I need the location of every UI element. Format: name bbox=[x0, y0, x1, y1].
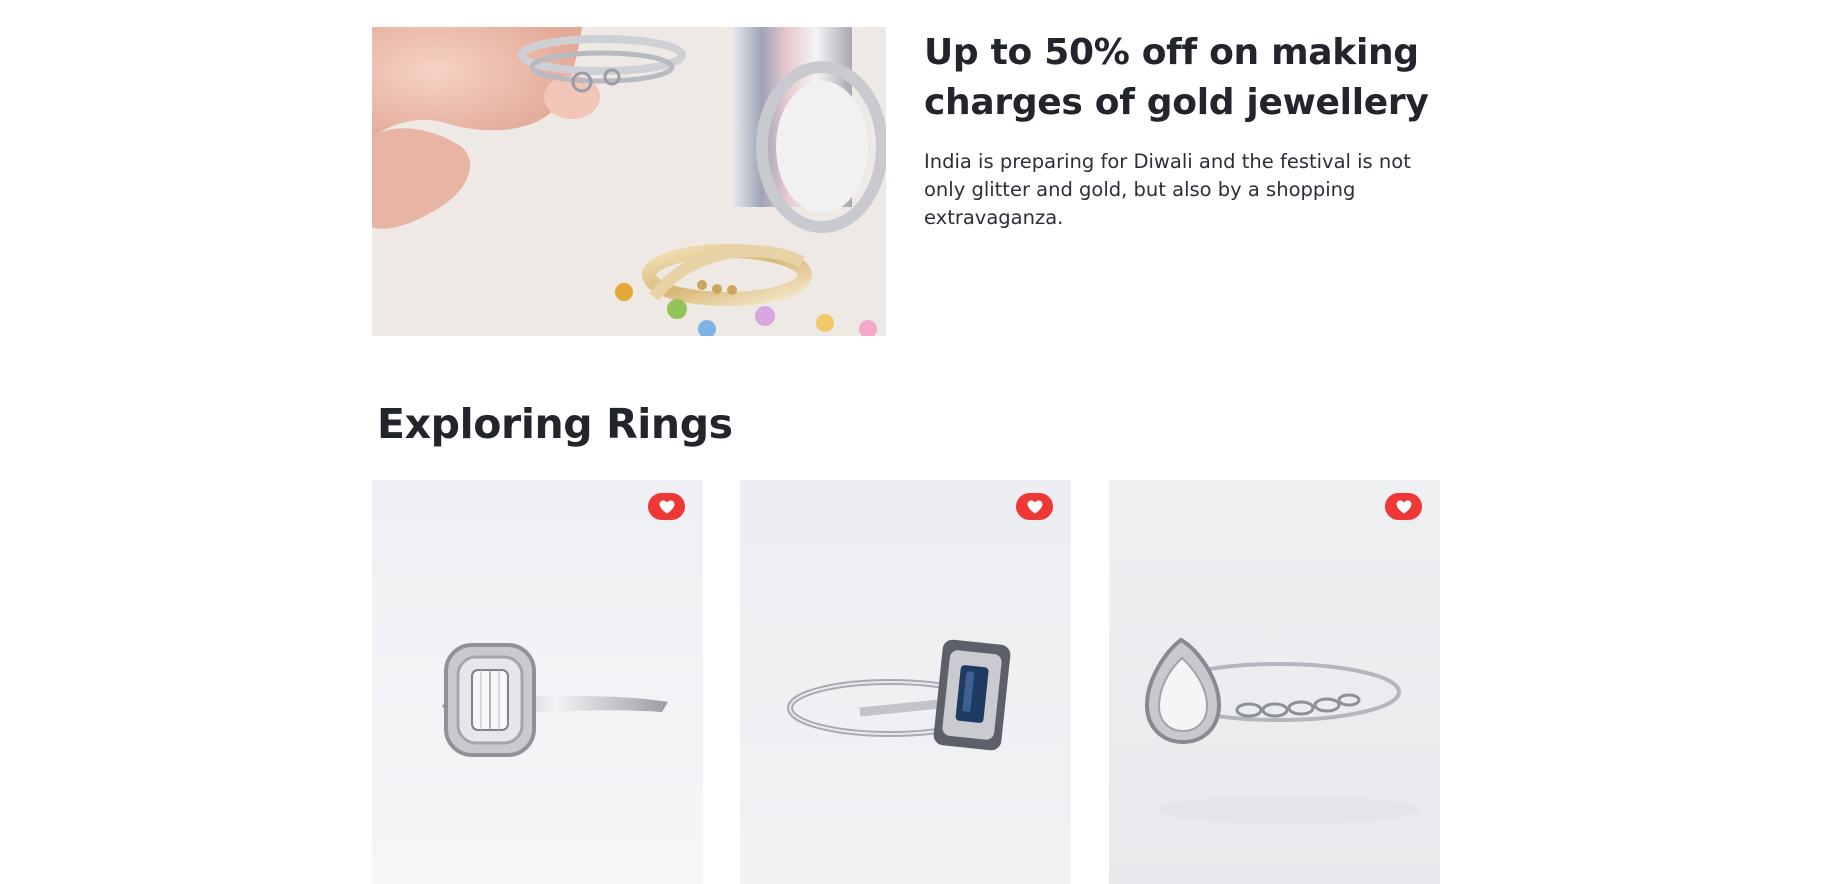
product-image[interactable] bbox=[1109, 480, 1440, 884]
promo-description: India is preparing for Diwali and the fe… bbox=[924, 150, 1411, 229]
product-image[interactable] bbox=[740, 480, 1071, 884]
sapphire-halo-ring-photo bbox=[740, 480, 1071, 884]
product-grid bbox=[372, 480, 1440, 884]
wishlist-button[interactable] bbox=[648, 493, 685, 520]
section-title: Exploring Rings bbox=[377, 400, 733, 448]
promo-image bbox=[372, 27, 886, 336]
halo-diamond-ring-photo bbox=[372, 480, 703, 884]
page: Up to 50% off on making charges of gold … bbox=[0, 0, 1824, 884]
product-card[interactable] bbox=[1109, 480, 1440, 884]
wishlist-button[interactable] bbox=[1385, 493, 1422, 520]
wishlist-button[interactable] bbox=[1016, 493, 1053, 520]
promo-text-block: Up to 50% off on making charges of gold … bbox=[924, 28, 1444, 232]
heart-icon bbox=[659, 500, 674, 513]
heart-icon bbox=[1027, 500, 1042, 513]
product-card[interactable] bbox=[740, 480, 1071, 884]
heart-icon bbox=[1396, 500, 1411, 513]
pear-diamond-ring-photo bbox=[1109, 480, 1440, 884]
gold-jewellery-photo bbox=[372, 27, 886, 336]
product-image[interactable] bbox=[372, 480, 703, 884]
product-card[interactable] bbox=[372, 480, 703, 884]
promo-title: Up to 50% off on making charges of gold … bbox=[924, 32, 1429, 123]
